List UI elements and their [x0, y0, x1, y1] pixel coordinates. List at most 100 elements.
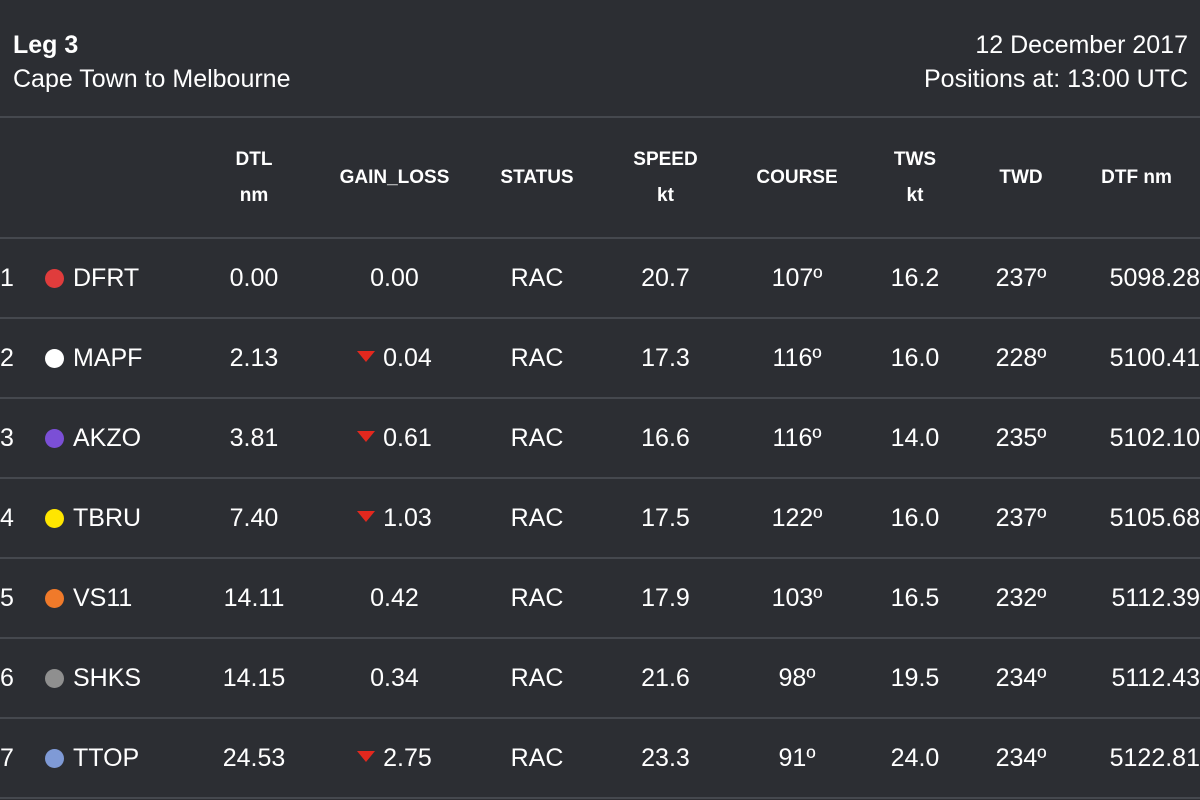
dtf-cell: 5112.39	[1073, 558, 1200, 639]
gain-loss-cell: 0.00	[313, 238, 476, 319]
team-name-cell: DFRT	[73, 238, 195, 319]
gain-loss-cell: 2.75	[313, 718, 476, 799]
team-color-dot	[45, 509, 64, 529]
speed-cell: 17.5	[598, 478, 733, 559]
gain-loss-cell: 1.03	[313, 478, 476, 559]
speed-cell: 21.6	[598, 638, 733, 719]
col-tws-header[interactable]: TWS kt	[861, 118, 969, 239]
team-color-cell	[45, 638, 73, 719]
team-color-dot	[45, 349, 64, 369]
twd-cell: 234º	[969, 718, 1073, 799]
gain-loss-value: 2.75	[383, 743, 432, 772]
tws-cell: 14.0	[861, 398, 969, 479]
dtf-cell: 5112.43	[1073, 638, 1200, 719]
loss-arrow-icon	[357, 431, 376, 443]
dtl-cell: 0.00	[195, 238, 313, 319]
speed-cell: 20.7	[598, 238, 733, 319]
col-tws-label: TWS	[893, 148, 937, 170]
team-name-cell: SHKS	[73, 638, 195, 719]
twd-cell: 237º	[969, 238, 1073, 319]
report-date: 12 December 2017	[975, 31, 1188, 59]
team-name-cell: TBRU	[73, 478, 195, 559]
tws-cell: 16.0	[861, 318, 969, 399]
status-cell: RAC	[476, 478, 598, 559]
col-speed-label: SPEED	[633, 148, 698, 170]
twd-cell: 232º	[969, 558, 1073, 639]
team-color-dot	[45, 669, 64, 689]
status-cell: RAC	[476, 718, 598, 799]
gain-loss-value: 0.00	[370, 263, 419, 292]
team-color-cell	[45, 718, 73, 799]
speed-cell: 16.6	[598, 398, 733, 479]
gain-loss-cell: 0.42	[313, 558, 476, 639]
gain-loss-value: 0.04	[383, 343, 432, 372]
col-dtl-label: DTL	[235, 148, 273, 170]
dtl-cell: 7.40	[195, 478, 313, 559]
table-row[interactable]: 2 MAPF 2.13 0.04 RAC 17.3 116º 16.0 228º 5100.41	[0, 318, 1200, 399]
course-cell: 116º	[733, 398, 861, 479]
rank-cell: 3	[0, 398, 45, 479]
twd-cell: 237º	[969, 478, 1073, 559]
col-rank-header	[0, 118, 45, 239]
dtf-cell: 5102.10	[1073, 398, 1200, 479]
gain-loss-cell: 0.04	[313, 318, 476, 399]
standings-body: 1 DFRT 0.00 0.00 RAC 20.7 107º 16.2 237º 5098.28 2…	[0, 238, 1200, 799]
col-dtf-header[interactable]: DTF nm	[1073, 118, 1200, 239]
dtf-cell: 5105.68	[1073, 478, 1200, 559]
team-color-dot	[45, 269, 64, 289]
team-color-cell	[45, 398, 73, 479]
col-dtl-header[interactable]: DTL nm	[195, 118, 313, 239]
twd-cell: 235º	[969, 398, 1073, 479]
table-row[interactable]: 7 TTOP 24.53 2.75 RAC 23.3 91º 24.0 234º 5122.81	[0, 718, 1200, 799]
table-row[interactable]: 5 VS11 14.11 0.42 RAC 17.9 103º 16.5 232º 5112.39	[0, 558, 1200, 639]
leaderboard-header: Leg 3 Cape Town to Melbourne 12 December…	[0, 0, 1200, 118]
twd-cell: 234º	[969, 638, 1073, 719]
col-dtl-unit: nm	[239, 184, 269, 206]
dtl-cell: 14.11	[195, 558, 313, 639]
table-row[interactable]: 6 SHKS 14.15 0.34 RAC 21.6 98º 19.5 234º 5112.43	[0, 638, 1200, 719]
positions-time: Positions at: 13:00 UTC	[923, 65, 1188, 93]
status-cell: RAC	[476, 238, 598, 319]
loss-arrow-icon	[357, 351, 376, 363]
table-row[interactable]: 3 AKZO 3.81 0.61 RAC 16.6 116º 14.0 235º 5102.10	[0, 398, 1200, 479]
tws-cell: 16.2	[861, 238, 969, 319]
team-name-cell: TTOP	[73, 718, 195, 799]
leg-route: Cape Town to Melbourne	[13, 65, 291, 93]
team-name-cell: AKZO	[73, 398, 195, 479]
header-row: DTL nm GAIN_LOSS STATUS SPEED kt COURSE …	[0, 118, 1200, 239]
team-color-dot	[45, 589, 64, 609]
speed-cell: 23.3	[598, 718, 733, 799]
course-cell: 103º	[733, 558, 861, 639]
standings-table: DTL nm GAIN_LOSS STATUS SPEED kt COURSE …	[0, 118, 1200, 799]
table-row[interactable]: 1 DFRT 0.00 0.00 RAC 20.7 107º 16.2 237º 5098.28	[0, 238, 1200, 319]
course-cell: 98º	[733, 638, 861, 719]
dtl-cell: 24.53	[195, 718, 313, 799]
table-row[interactable]: 4 TBRU 7.40 1.03 RAC 17.5 122º 16.0 237º 5105.68	[0, 478, 1200, 559]
course-cell: 107º	[733, 238, 861, 319]
team-color-cell	[45, 318, 73, 399]
gain-loss-cell: 0.34	[313, 638, 476, 719]
gain-loss-value: 0.42	[370, 583, 419, 612]
dtf-cell: 5098.28	[1073, 238, 1200, 319]
team-color-dot	[45, 749, 64, 769]
col-course-header[interactable]: COURSE	[733, 118, 861, 239]
col-speed-header[interactable]: SPEED kt	[598, 118, 733, 239]
col-twd-header[interactable]: TWD	[969, 118, 1073, 239]
gain-loss-value: 1.03	[383, 503, 432, 532]
dtl-cell: 14.15	[195, 638, 313, 719]
team-color-cell	[45, 238, 73, 319]
loss-arrow-icon	[357, 751, 376, 763]
tws-cell: 24.0	[861, 718, 969, 799]
rank-cell: 5	[0, 558, 45, 639]
twd-cell: 228º	[969, 318, 1073, 399]
dtl-cell: 2.13	[195, 318, 313, 399]
gain-loss-value: 0.61	[383, 423, 432, 452]
col-speed-unit: kt	[657, 184, 674, 206]
col-status-header[interactable]: STATUS	[476, 118, 598, 239]
course-cell: 91º	[733, 718, 861, 799]
tws-cell: 16.0	[861, 478, 969, 559]
rank-cell: 4	[0, 478, 45, 559]
col-gain-loss-header[interactable]: GAIN_LOSS	[313, 118, 476, 239]
dtl-cell: 3.81	[195, 398, 313, 479]
loss-arrow-icon	[357, 511, 376, 523]
